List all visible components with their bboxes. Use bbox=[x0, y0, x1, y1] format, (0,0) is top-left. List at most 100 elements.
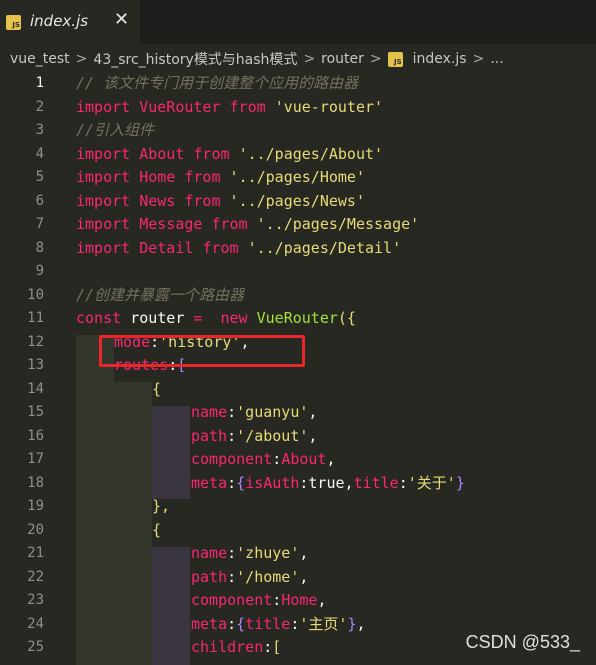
code-keyword: from bbox=[211, 215, 248, 233]
code-keyword: import bbox=[76, 238, 131, 257]
chevron-right-icon: > bbox=[303, 51, 316, 67]
code-keyword: new bbox=[220, 309, 248, 327]
code-keyword: from bbox=[229, 97, 266, 116]
code-comment: // 该文件专门用于创建整个应用的路由器 bbox=[76, 74, 359, 92]
code-line: 1 // 该文件专门用于创建整个应用的路由器 bbox=[0, 74, 596, 96]
code-string: '../pages/Home' bbox=[229, 168, 365, 186]
code-keyword: from bbox=[184, 168, 221, 186]
code-editor[interactable]: 1 // 该文件专门用于创建整个应用的路由器 2 import VueRoute… bbox=[0, 74, 596, 665]
code-punct: ({ bbox=[337, 309, 356, 327]
code-identifier: Home bbox=[139, 168, 176, 186]
code-line: 20 { bbox=[0, 519, 596, 543]
breadcrumb-item-more[interactable]: ... bbox=[490, 51, 503, 67]
code-line: 15 name:'guanyu', bbox=[0, 401, 596, 425]
line-number: 4 bbox=[35, 145, 44, 162]
code-key: name bbox=[191, 403, 228, 421]
code-key: meta bbox=[191, 614, 228, 633]
javascript-file-icon: JS bbox=[6, 15, 21, 30]
tab-title: index.js bbox=[30, 12, 89, 30]
code-identifier: router bbox=[130, 309, 185, 327]
code-string: '../pages/News' bbox=[229, 191, 365, 210]
line-number: 18 bbox=[27, 474, 44, 491]
tab-bar: JS index.js ✕ bbox=[0, 0, 596, 44]
code-line: 19 }, bbox=[0, 495, 596, 519]
breadcrumb-item-vue-test[interactable]: vue_test bbox=[10, 51, 70, 67]
code-line: 21 name:'zhuye', bbox=[0, 542, 596, 566]
breadcrumb: vue_test > 43_src_history模式与hash模式 > rou… bbox=[0, 44, 596, 74]
code-string: 'zhuye' bbox=[236, 544, 300, 562]
code-line: 22 path:'/home', bbox=[0, 566, 596, 590]
code-string: '/about' bbox=[236, 426, 309, 445]
watermark: CSDN @533_ bbox=[465, 632, 580, 652]
code-keyword: import bbox=[76, 168, 131, 186]
code-line: 14 { bbox=[0, 378, 596, 402]
code-identifier: Message bbox=[139, 215, 203, 233]
code-keyword: from bbox=[193, 144, 230, 163]
code-identifier: About bbox=[139, 144, 185, 163]
code-comment: //创建并暴露一个路由器 bbox=[76, 285, 245, 304]
code-line: 16 path:'/about', bbox=[0, 425, 596, 449]
editor-tab[interactable]: JS index.js ✕ bbox=[0, 0, 140, 44]
code-keyword: import bbox=[76, 144, 131, 163]
line-number: 8 bbox=[35, 239, 44, 256]
code-line: 2 import VueRouter from 'vue-router' bbox=[0, 96, 596, 120]
code-punct: [ bbox=[272, 638, 282, 656]
code-punct: { bbox=[152, 379, 162, 398]
line-number: 9 bbox=[35, 263, 44, 279]
javascript-file-icon: JS bbox=[387, 51, 403, 67]
code-string: '/home' bbox=[236, 567, 300, 586]
code-key: children bbox=[191, 638, 264, 656]
code-comment: //引入组件 bbox=[76, 121, 155, 139]
chevron-right-icon: > bbox=[472, 51, 485, 67]
code-key: component bbox=[191, 450, 273, 468]
code-line: 23 component:Home, bbox=[0, 589, 596, 613]
breadcrumb-item-file[interactable]: index.js bbox=[413, 51, 467, 67]
code-key: isAuth bbox=[245, 473, 300, 492]
breadcrumb-item-router[interactable]: router bbox=[321, 51, 364, 67]
line-number: 16 bbox=[27, 427, 44, 444]
code-string: '主页' bbox=[299, 614, 348, 633]
code-key: name bbox=[191, 544, 228, 562]
code-punct: }, bbox=[152, 497, 171, 515]
code-punct: { bbox=[152, 520, 162, 539]
code-line: 18 meta:{isAuth:true,title:'关于'} bbox=[0, 472, 596, 496]
code-string: '../pages/Detail' bbox=[247, 238, 402, 257]
breadcrumb-item-folder[interactable]: 43_src_history模式与hash模式 bbox=[93, 49, 297, 69]
close-icon[interactable]: ✕ bbox=[114, 10, 129, 30]
line-number: 12 bbox=[27, 333, 44, 350]
code-identifier: VueRouter bbox=[139, 97, 221, 116]
line-number: 21 bbox=[27, 545, 44, 561]
line-number: 3 bbox=[35, 122, 44, 138]
line-number: 19 bbox=[27, 498, 44, 514]
code-identifier: Home bbox=[281, 591, 318, 609]
code-keyword: import bbox=[76, 191, 131, 210]
code-key: title bbox=[353, 473, 399, 492]
line-number: 14 bbox=[27, 380, 44, 397]
line-number: 7 bbox=[35, 216, 44, 232]
code-line: 11 const router = new VueRouter({ bbox=[0, 307, 596, 331]
code-line: 6 import News from '../pages/News' bbox=[0, 190, 596, 214]
code-string: '../pages/Message' bbox=[256, 215, 420, 233]
code-line: 5 import Home from '../pages/Home' bbox=[0, 166, 596, 190]
code-string: '关于' bbox=[407, 473, 456, 492]
line-number: 20 bbox=[27, 521, 44, 538]
line-number: 13 bbox=[27, 357, 44, 373]
annotation-highlight-box bbox=[99, 335, 305, 367]
chevron-right-icon: > bbox=[75, 51, 88, 67]
code-key: component bbox=[191, 591, 273, 609]
code-string: 'vue-router' bbox=[274, 97, 384, 116]
code-string: '../pages/About' bbox=[238, 144, 384, 163]
line-number: 25 bbox=[27, 639, 44, 655]
code-keyword: const bbox=[76, 309, 122, 327]
code-line: 7 import Message from '../pages/Message' bbox=[0, 213, 596, 237]
line-number: 11 bbox=[27, 310, 44, 326]
code-value: true bbox=[308, 473, 345, 492]
line-number: 6 bbox=[35, 192, 44, 209]
code-line: 8 import Detail from '../pages/Detail' bbox=[0, 237, 596, 261]
code-identifier: Detail bbox=[139, 238, 194, 257]
code-line: 4 import About from '../pages/About' bbox=[0, 143, 596, 167]
code-keyword: from bbox=[184, 191, 221, 210]
code-class: VueRouter bbox=[256, 309, 338, 327]
line-number: 10 bbox=[27, 286, 44, 303]
code-identifier: News bbox=[139, 191, 176, 210]
